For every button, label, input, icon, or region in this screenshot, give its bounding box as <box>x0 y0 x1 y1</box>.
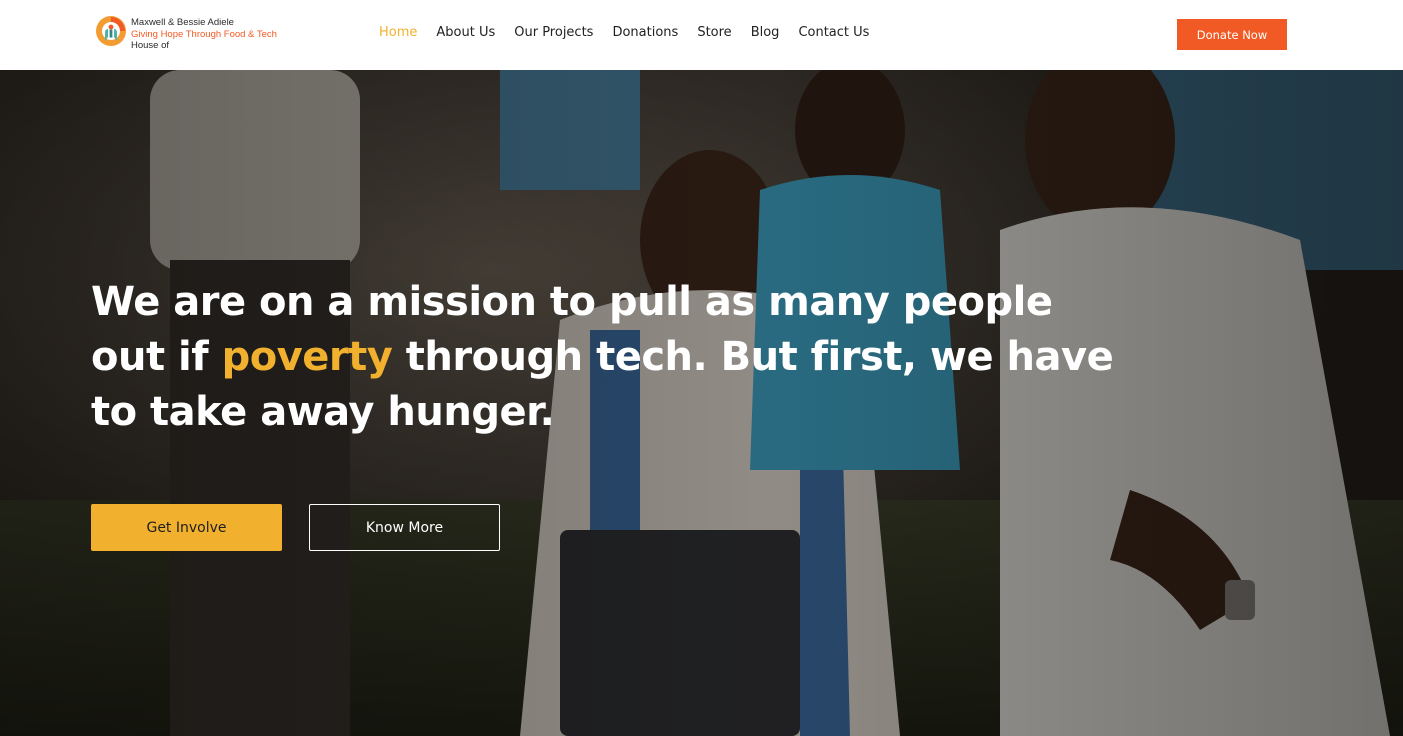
get-involve-button[interactable]: Get Involve <box>91 504 282 551</box>
nav-item-home[interactable]: Home <box>379 24 417 42</box>
nav-item-store[interactable]: Store <box>697 24 731 42</box>
hero-section: We are on a mission to pull as many peop… <box>0 70 1403 736</box>
logo-line-name: Maxwell & Bessie Adiele <box>131 17 234 28</box>
logo-text: Maxwell & Bessie Adiele Giving Hope Thro… <box>131 17 277 52</box>
know-more-button[interactable]: Know More <box>309 504 500 551</box>
main-nav: Home About Us Our Projects Donations Sto… <box>379 24 888 42</box>
nav-item-about-us[interactable]: About Us <box>436 24 495 42</box>
hands-logo-icon <box>96 16 126 46</box>
nav-item-our-projects[interactable]: Our Projects <box>514 24 593 42</box>
hero-headline: We are on a mission to pull as many peop… <box>91 275 1131 440</box>
logo-line-house: House of <box>131 40 170 51</box>
nav-item-blog[interactable]: Blog <box>751 24 780 42</box>
site-header: Maxwell & Bessie Adiele Giving Hope Thro… <box>0 0 1403 70</box>
nav-item-donations[interactable]: Donations <box>612 24 678 42</box>
donate-now-button[interactable]: Donate Now <box>1177 19 1287 50</box>
logo-line-tagline: Giving Hope Through Food & Tech <box>131 28 277 40</box>
site-logo[interactable]: Maxwell & Bessie Adiele Giving Hope Thro… <box>95 15 305 55</box>
nav-item-contact-us[interactable]: Contact Us <box>798 24 869 42</box>
headline-accent: poverty <box>221 334 393 380</box>
